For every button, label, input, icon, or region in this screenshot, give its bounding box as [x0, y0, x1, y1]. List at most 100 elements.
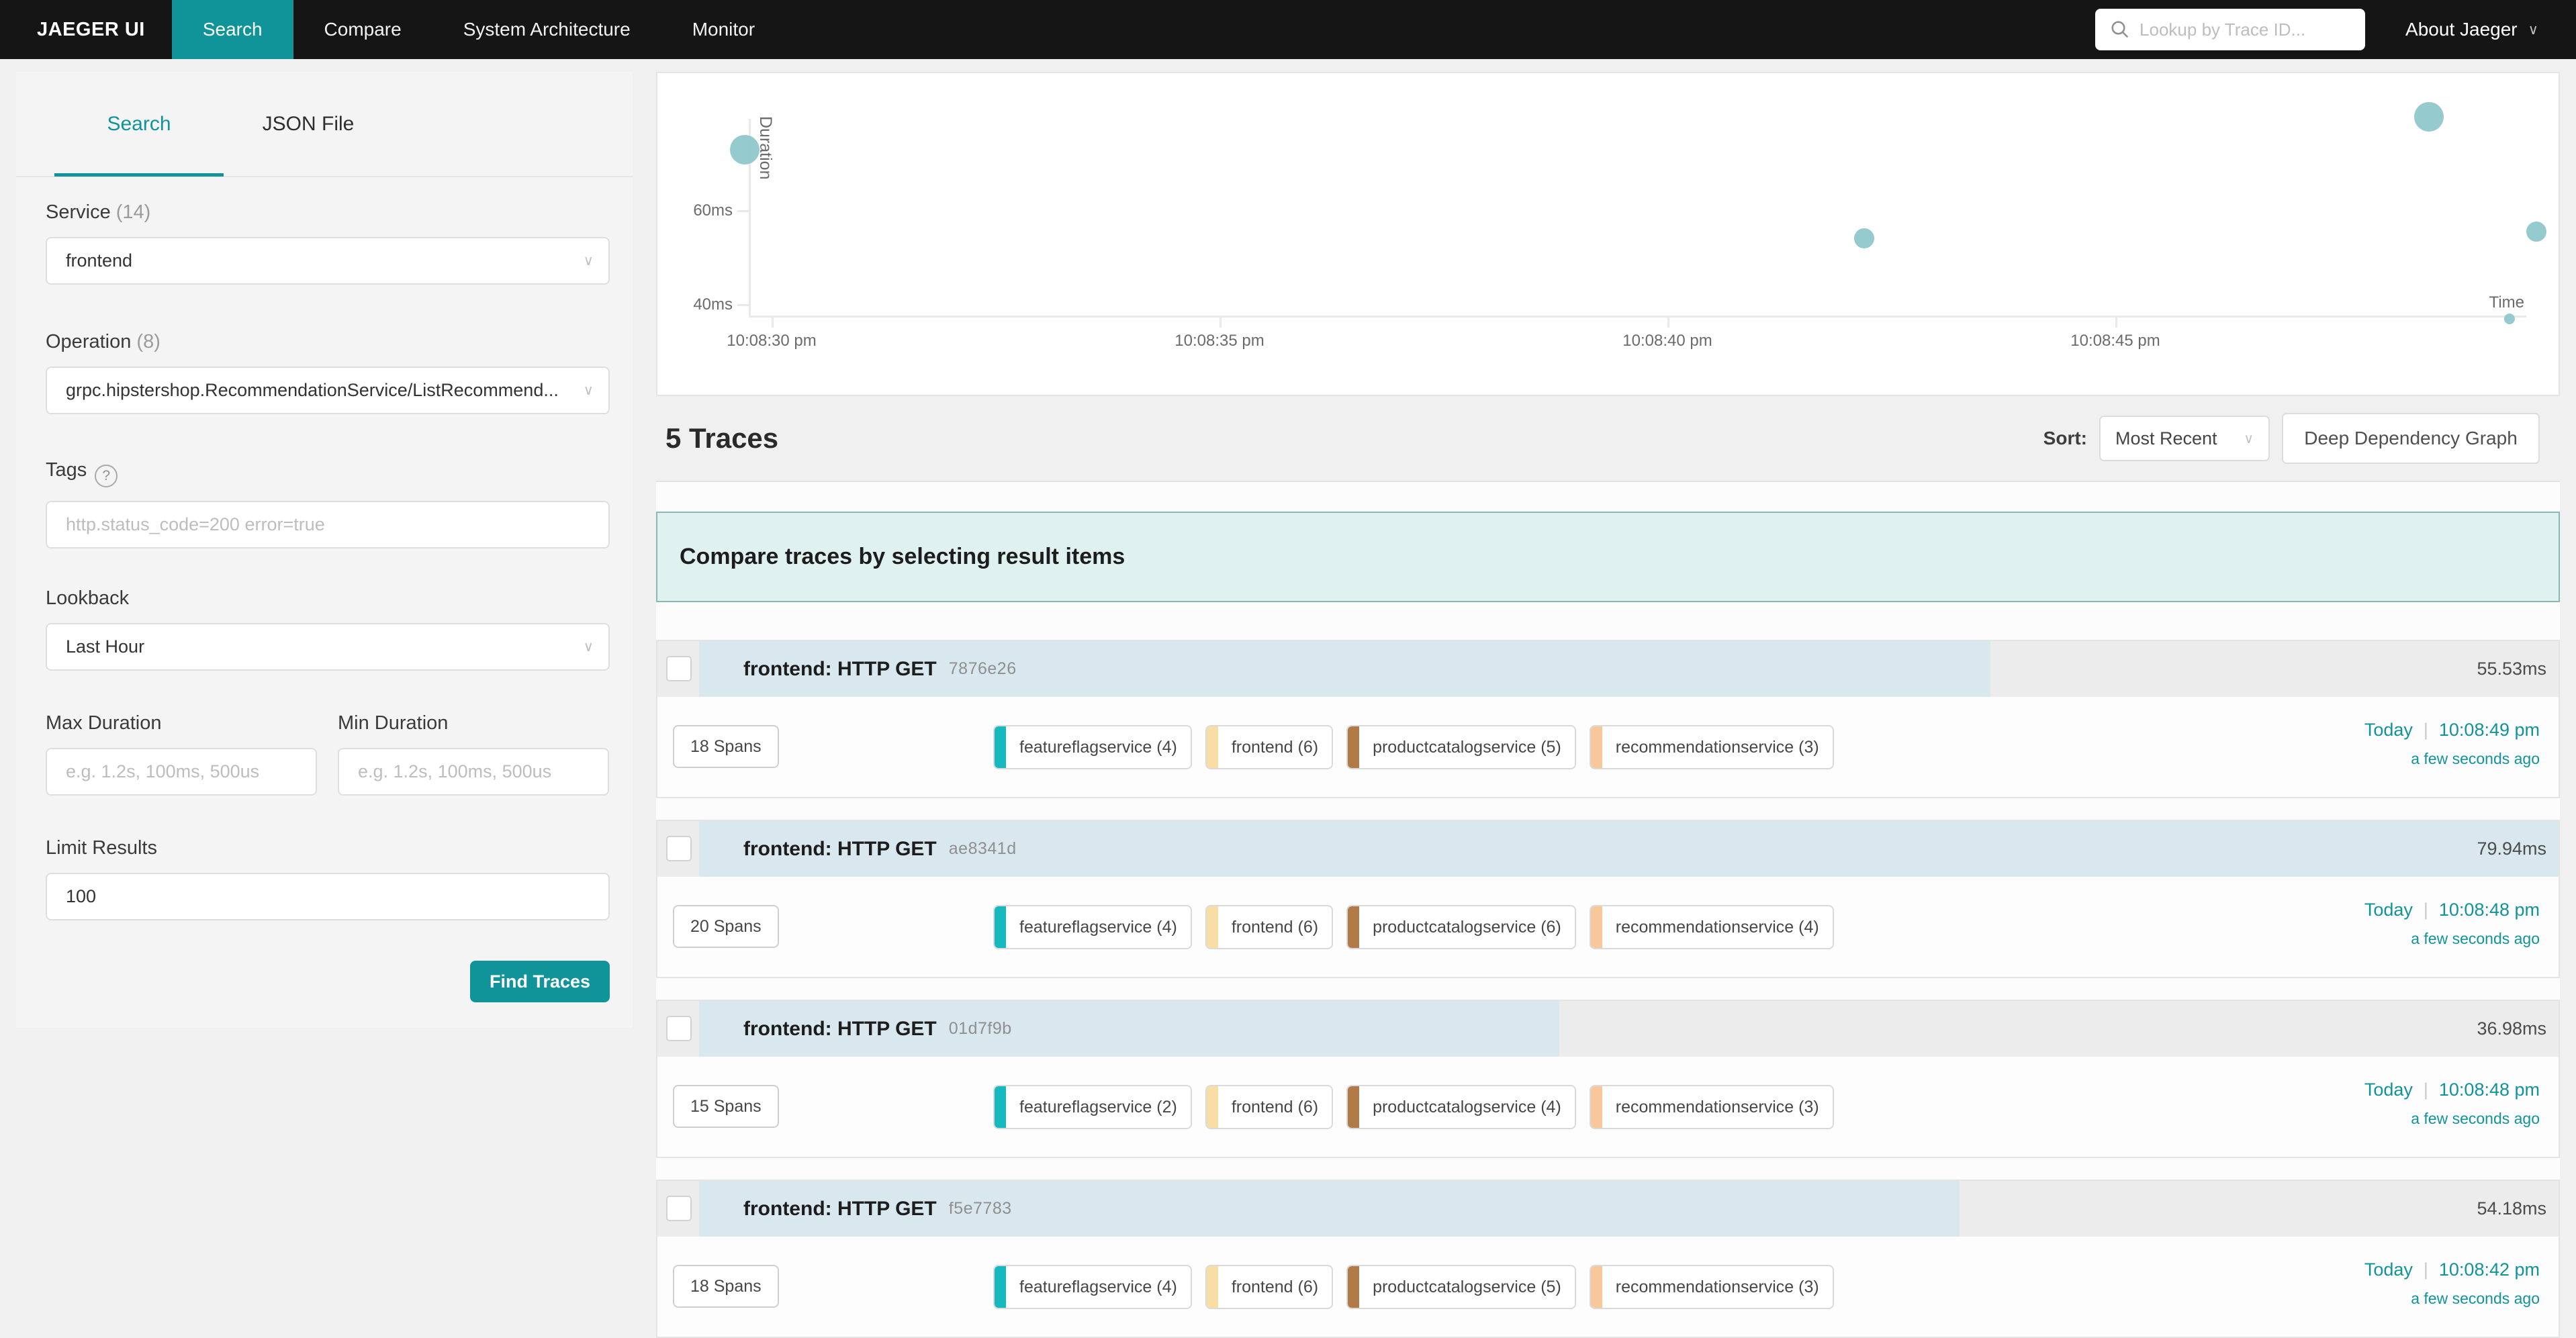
chevron-down-icon: ∨ [2244, 430, 2254, 447]
trace-select-checkbox[interactable] [666, 836, 692, 861]
operation-select[interactable]: grpc.hipstershop.RecommendationService/L… [46, 367, 610, 414]
service-tag-label: frontend (6) [1218, 1086, 1332, 1128]
trace-duration: 79.94ms [2477, 821, 2546, 877]
trace-lookup-box[interactable] [2095, 9, 2365, 50]
tab-search[interactable]: Search [54, 72, 224, 176]
trace-select-checkbox[interactable] [666, 1196, 692, 1221]
service-tag-chip: productcatalogservice (5) [1346, 725, 1576, 769]
y-tick [737, 210, 749, 212]
service-select[interactable]: frontend ∨ [46, 237, 610, 285]
trace-card-body: 18 Spans featureflagservice (4)frontend … [657, 697, 2559, 797]
tags-label: Tags? [46, 459, 610, 487]
y-tick-label: 40ms [657, 295, 733, 314]
scatter-point[interactable] [2526, 222, 2546, 242]
sort-select-value: Most Recent [2115, 428, 2217, 449]
nav-item-system-architecture[interactable]: System Architecture [432, 0, 661, 59]
scatter-point[interactable] [730, 135, 760, 164]
service-tag-label: featureflagservice (4) [1006, 726, 1191, 768]
limit-field-group: Limit Results [46, 837, 610, 920]
limit-results-box [46, 873, 610, 920]
nav-item-search[interactable]: Search [172, 0, 293, 59]
trace-card-header[interactable]: frontend: HTTP GET ae8341d 79.94ms [657, 821, 2559, 877]
span-count-chip: 20 Spans [673, 905, 779, 948]
trace-title[interactable]: frontend: HTTP GET [743, 838, 937, 861]
service-tag-chip: frontend (6) [1205, 1265, 1333, 1309]
service-tag-chip: productcatalogservice (4) [1346, 1085, 1576, 1129]
trace-select-checkbox[interactable] [666, 1016, 692, 1041]
find-traces-button[interactable]: Find Traces [470, 961, 610, 1002]
service-tag-chip: productcatalogservice (5) [1346, 1265, 1576, 1309]
lookback-select[interactable]: Last Hour ∨ [46, 623, 610, 671]
service-tag-label: recommendationservice (3) [1602, 1266, 1833, 1308]
app-logo: JAEGER UI [0, 0, 172, 59]
trace-card-header[interactable]: frontend: HTTP GET 01d7f9b 36.98ms [657, 1001, 2559, 1057]
sidebar-tabbar: Search JSON File [16, 72, 633, 177]
scatter-point[interactable] [1854, 228, 1874, 248]
trace-time: 10:08:48 pm [2439, 1080, 2540, 1100]
scatter-point[interactable] [2414, 102, 2444, 132]
x-tick [1220, 318, 1222, 328]
max-duration-input[interactable] [66, 761, 297, 782]
service-color-stripe [995, 726, 1006, 768]
tags-field-group: Tags? [46, 459, 610, 548]
duration-scatter-chart: Duration 60ms 40ms 10:08:30 pm 10:08:35 … [656, 72, 2560, 396]
service-tag-label: recommendationservice (3) [1602, 1086, 1833, 1128]
nav-item-compare[interactable]: Compare [293, 0, 432, 59]
service-color-stripe [1591, 1266, 1602, 1308]
trace-card-header[interactable]: frontend: HTTP GET f5e7783 54.18ms [657, 1181, 2559, 1237]
time-divider: | [2424, 720, 2428, 740]
min-duration-box [338, 748, 609, 796]
chevron-down-icon: ∨ [581, 382, 594, 399]
span-count-chip: 18 Spans [673, 1265, 779, 1308]
service-color-stripe [1207, 906, 1218, 948]
sort-select[interactable]: Most Recent ∨ [2099, 416, 2270, 461]
about-jaeger-menu[interactable]: About Jaeger ∨ [2405, 0, 2538, 59]
trace-card-header[interactable]: frontend: HTTP GET 7876e26 55.53ms [657, 641, 2559, 697]
service-tag-chip: frontend (6) [1205, 905, 1333, 949]
chevron-down-icon: ∨ [581, 638, 594, 655]
tags-input[interactable] [66, 514, 590, 535]
trace-day: Today [2364, 1259, 2413, 1280]
service-count: (14) [116, 201, 151, 223]
active-tab-indicator [54, 173, 224, 177]
trace-relative-time: a few seconds ago [2364, 930, 2540, 948]
x-tick-label: 10:08:45 pm [2015, 332, 2216, 350]
service-tag-label: recommendationservice (3) [1602, 726, 1833, 768]
trace-duration: 55.53ms [2477, 641, 2546, 697]
service-tag-label: productcatalogservice (5) [1359, 726, 1575, 768]
time-divider: | [2424, 1259, 2428, 1280]
trace-id: ae8341d [949, 839, 1017, 859]
min-duration-input[interactable] [358, 761, 589, 782]
tab-json-file[interactable]: JSON File [224, 72, 393, 176]
nav-item-monitor[interactable]: Monitor [661, 0, 786, 59]
trace-day: Today [2364, 1080, 2413, 1100]
y-tick [737, 304, 749, 306]
service-tag-label: featureflagservice (4) [1006, 906, 1191, 948]
trace-result-card[interactable]: frontend: HTTP GET 01d7f9b 36.98ms 15 Sp… [656, 1000, 2560, 1158]
trace-title[interactable]: frontend: HTTP GET [743, 1018, 937, 1041]
service-tag-chip: recommendationservice (4) [1590, 905, 1834, 949]
trace-select-checkbox[interactable] [666, 656, 692, 681]
trace-title[interactable]: frontend: HTTP GET [743, 1198, 937, 1221]
top-nav: JAEGER UI Search Compare System Architec… [0, 0, 2576, 59]
max-duration-label: Max Duration [46, 712, 317, 734]
trace-result-card[interactable]: frontend: HTTP GET f5e7783 54.18ms 18 Sp… [656, 1180, 2560, 1338]
deep-dependency-graph-button[interactable]: Deep Dependency Graph [2282, 413, 2540, 464]
trace-id: 01d7f9b [949, 1019, 1012, 1039]
limit-results-input[interactable] [66, 886, 590, 907]
service-color-stripe [1348, 726, 1359, 768]
trace-result-card[interactable]: frontend: HTTP GET ae8341d 79.94ms 20 Sp… [656, 820, 2560, 978]
service-field-group: Service (14) frontend ∨ [46, 201, 610, 285]
service-color-stripe [1591, 906, 1602, 948]
trace-title[interactable]: frontend: HTTP GET [743, 658, 937, 681]
service-tag-chip: featureflagservice (2) [993, 1085, 1192, 1129]
question-circle-icon[interactable]: ? [95, 465, 118, 487]
service-tag-label: featureflagservice (4) [1006, 1266, 1191, 1308]
service-tag-label: productcatalogservice (5) [1359, 1266, 1575, 1308]
service-color-stripe [1348, 1266, 1359, 1308]
trace-lookup-input[interactable] [2140, 19, 2364, 40]
scatter-point[interactable] [2504, 314, 2515, 324]
trace-result-card[interactable]: frontend: HTTP GET 7876e26 55.53ms 18 Sp… [656, 640, 2560, 798]
service-color-stripe [995, 1086, 1006, 1128]
service-color-stripe [1207, 1086, 1218, 1128]
